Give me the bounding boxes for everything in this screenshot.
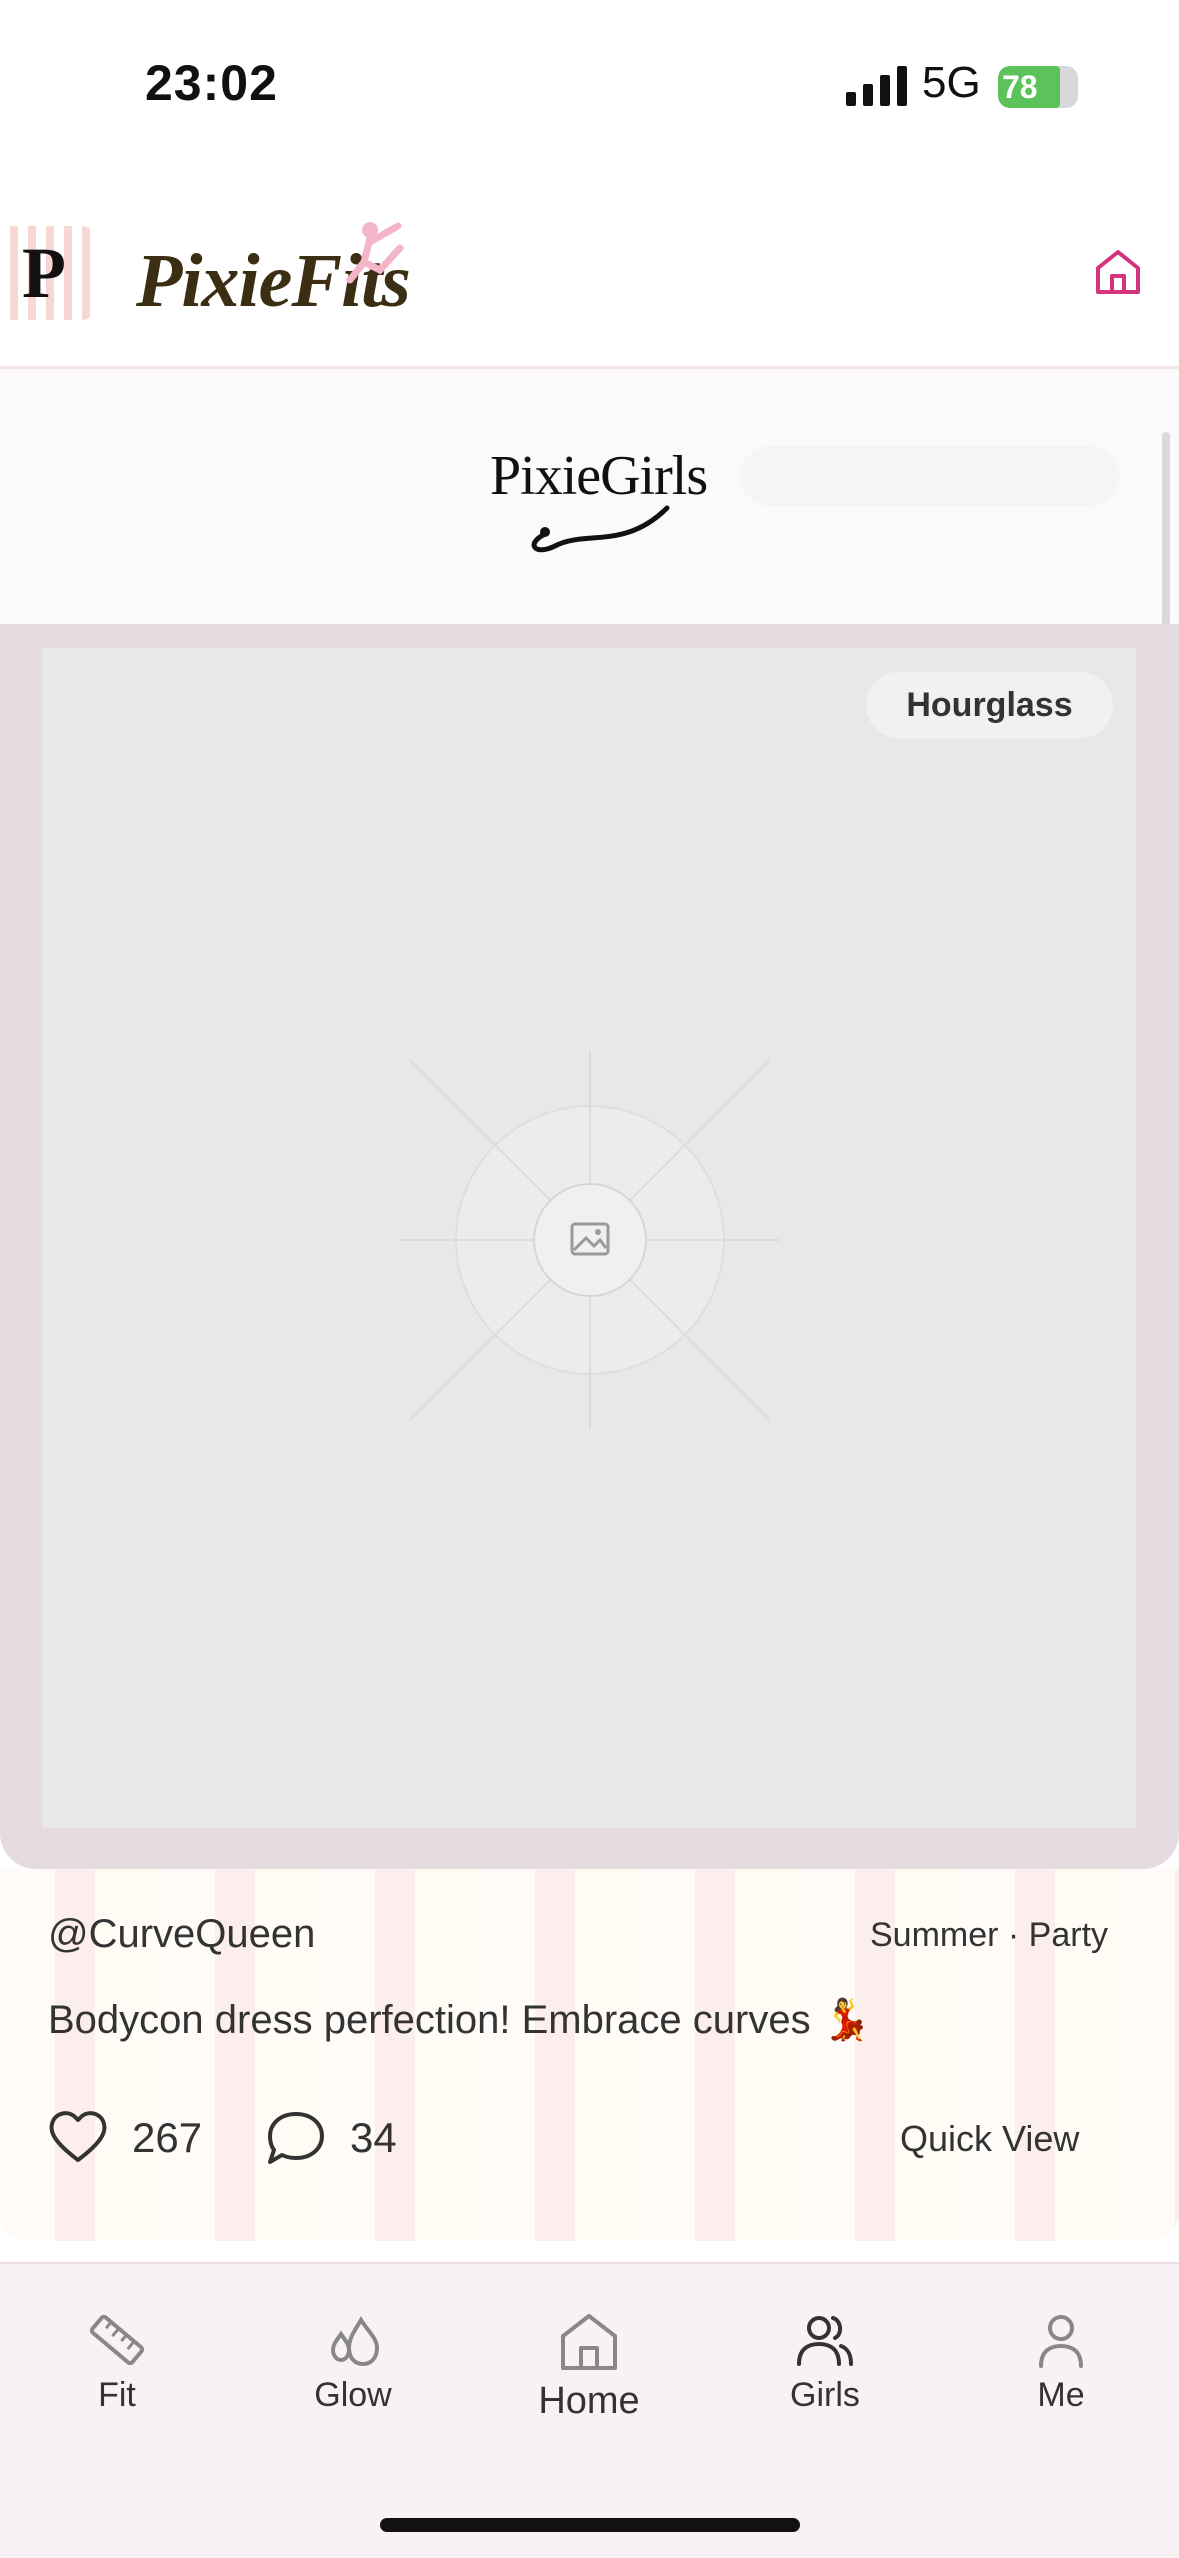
droplets-icon bbox=[330, 2316, 380, 2367]
tab-label: Girls bbox=[790, 2376, 860, 2414]
post-tags: Summer · Party bbox=[870, 1916, 1109, 1954]
tab-me[interactable]: Me bbox=[986, 2310, 1136, 2415]
network-label: 5G bbox=[922, 58, 981, 107]
comment-icon[interactable] bbox=[266, 2108, 326, 2166]
tab-girls[interactable]: Girls bbox=[750, 2310, 900, 2415]
comment-count: 34 bbox=[350, 2114, 397, 2161]
users-icon bbox=[797, 2316, 853, 2366]
quick-view-button[interactable]: Quick View bbox=[900, 2118, 1079, 2160]
tab-fit[interactable]: Fit bbox=[42, 2310, 192, 2415]
post-caption: Bodycon dress perfection! Embrace curves… bbox=[48, 1998, 872, 2042]
tab-label: Me bbox=[1037, 2376, 1085, 2414]
battery-icon: 78 bbox=[998, 66, 1078, 108]
tab-label: Fit bbox=[98, 2376, 136, 2414]
body-type-tag: Hourglass bbox=[866, 672, 1113, 738]
tab-label: Glow bbox=[314, 2376, 392, 2414]
heart-icon[interactable] bbox=[48, 2108, 108, 2164]
signal-icon bbox=[846, 66, 907, 106]
status-time: 23:02 bbox=[145, 55, 278, 111]
post-username[interactable]: @CurveQueen bbox=[48, 1912, 315, 1957]
logo-swash-icon bbox=[531, 505, 670, 553]
ruler-icon bbox=[89, 2314, 145, 2366]
tab-glow[interactable]: Glow bbox=[278, 2310, 428, 2415]
user-icon bbox=[1039, 2315, 1083, 2368]
like-count: 267 bbox=[132, 2114, 203, 2161]
tab-home[interactable]: Home bbox=[514, 2310, 664, 2423]
app-logo-letter: P bbox=[22, 233, 66, 313]
filter-pill[interactable] bbox=[740, 446, 1120, 506]
battery-level: 78 bbox=[1002, 69, 1038, 105]
home-icon[interactable] bbox=[1092, 246, 1144, 298]
dancer-logo-icon bbox=[346, 222, 404, 284]
home-icon bbox=[561, 2314, 617, 2370]
tab-label: Home bbox=[538, 2380, 640, 2422]
image-placeholder-icon bbox=[400, 1050, 780, 1430]
home-indicator bbox=[380, 2518, 800, 2532]
